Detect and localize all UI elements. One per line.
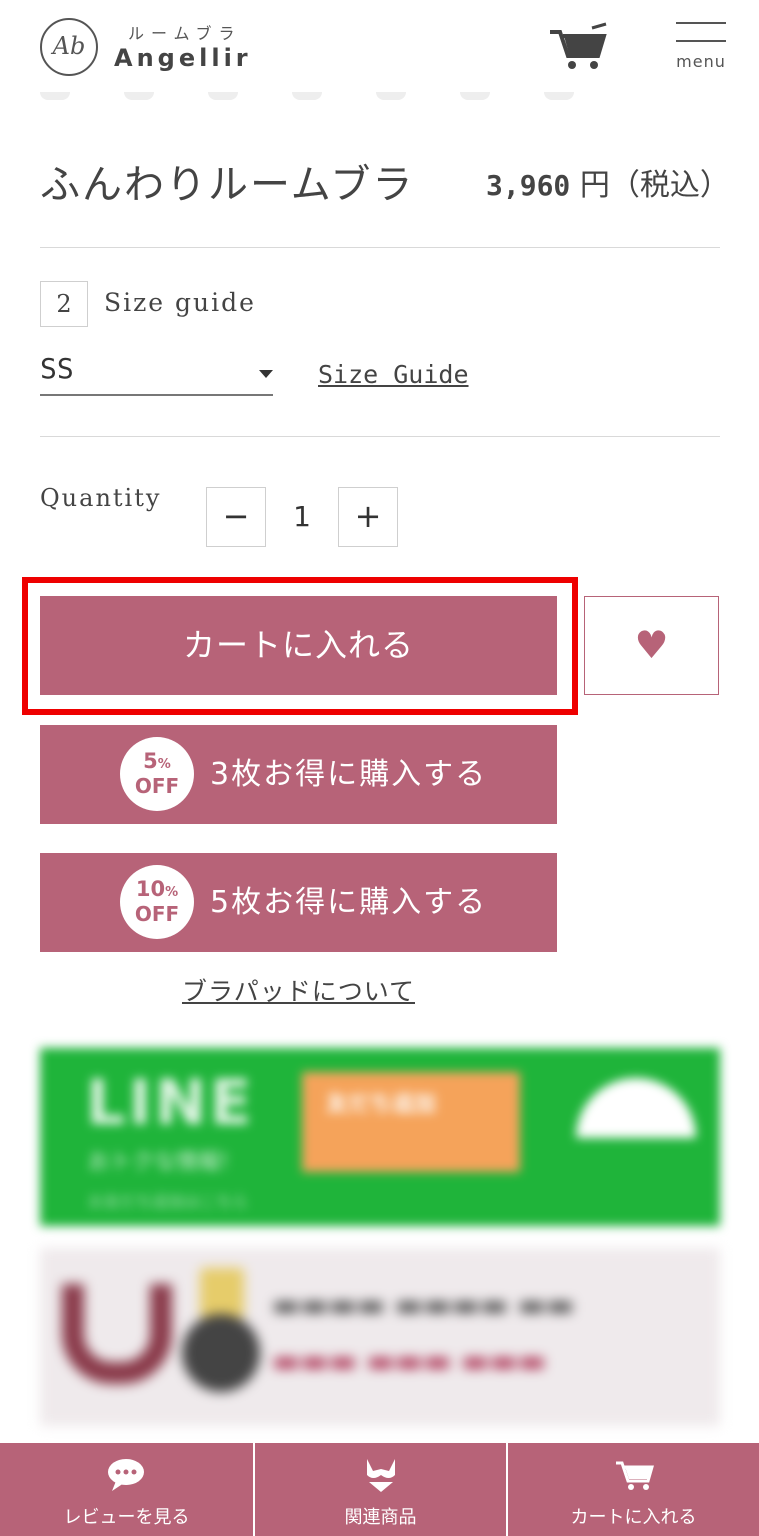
nav-label: カートに入れる [570, 1507, 697, 1528]
bundle-5-label: 5枚お得に購入する [210, 885, 488, 920]
size-guide-label: Size guide [104, 288, 256, 317]
discount-off: OFF [134, 902, 180, 926]
line-banner-cta: 友だち追加 [326, 1092, 437, 1117]
quantity-value[interactable]: 1 [270, 500, 334, 533]
discount-percent: 5 [143, 749, 158, 773]
percent-sign: % [165, 885, 179, 900]
logo-mark-text: Ab [52, 32, 86, 60]
heart-icon: ♥ [634, 623, 669, 667]
percent-sign: % [157, 757, 171, 772]
price-value: 3,960 [486, 169, 571, 202]
product-title: ふんわりルームブラ [40, 162, 415, 208]
quantity-label: Quantity [40, 484, 162, 512]
cart-icon [508, 1455, 759, 1493]
bottom-nav: レビューを見る 関連商品 カートに入れる [0, 1443, 759, 1536]
nav-item-reviews[interactable]: レビューを見る [0, 1443, 253, 1536]
logo-name[interactable]: Angellir [114, 44, 252, 72]
price-unit: 円（税込） [579, 168, 730, 203]
chat-bubble-icon [0, 1455, 253, 1493]
size-count-badge: 2 [40, 281, 88, 327]
carousel-dots [40, 92, 640, 104]
logo-subtitle: ルームブラ [128, 24, 242, 43]
menu-label: menu [676, 52, 726, 71]
bundle-5-button[interactable]: 10% OFF 5枚お得に購入する [40, 853, 557, 952]
bra-icon [255, 1455, 506, 1493]
line-banner-title: LINE [86, 1066, 255, 1139]
line-banner-subtitle: おトクな情報! [88, 1150, 229, 1175]
product-banner[interactable]: ▬▬▬▬ ▬▬▬▬ ▬▬ ▬▬▬ ▬▬▬ ▬▬▬ [40, 1248, 720, 1426]
menu-button[interactable]: menu [672, 22, 728, 74]
discount-badge: 5% OFF [120, 737, 194, 811]
bra-pad-link[interactable]: ブラパッドについて [40, 972, 557, 1008]
menu-line-icon [676, 22, 726, 24]
size-selected-value: SS [40, 352, 74, 385]
bundle-3-button[interactable]: 5% OFF 3枚お得に購入する [40, 725, 557, 824]
product-price: 3,960 円（税込） [486, 160, 730, 204]
menu-line-icon [676, 40, 726, 42]
chevron-down-icon [259, 370, 273, 378]
discount-percent: 10 [135, 877, 166, 901]
discount-off: OFF [134, 774, 180, 798]
nav-item-cart[interactable]: カートに入れる [506, 1443, 759, 1536]
divider [40, 436, 720, 437]
line-banner-small: お友だち追加はこちら [88, 1192, 249, 1211]
nav-label: レビューを見る [63, 1507, 190, 1528]
bra-image [62, 1284, 172, 1384]
nav-label: 関連商品 [344, 1507, 417, 1528]
discount-badge: 10% OFF [120, 865, 194, 939]
size-select[interactable]: SS [40, 350, 273, 396]
divider [40, 247, 720, 248]
logo-mark[interactable]: Ab [40, 18, 98, 76]
award-icon [200, 1268, 244, 1318]
bundle-3-label: 3枚お得に購入する [210, 757, 488, 792]
cart-icon[interactable] [548, 22, 610, 72]
nav-item-related[interactable]: 関連商品 [253, 1443, 506, 1536]
size-guide-link[interactable]: Size Guide [318, 360, 469, 389]
favorite-button[interactable]: ♥ [584, 596, 719, 695]
add-to-cart-button[interactable]: カートに入れる [40, 596, 557, 695]
badge-circle [182, 1314, 260, 1392]
quantity-increase-button[interactable]: + [338, 487, 398, 547]
site-header: Ab ルームブラ Angellir menu [0, 0, 759, 96]
quantity-decrease-button[interactable]: − [206, 487, 266, 547]
line-banner[interactable]: LINE おトクな情報! お友だち追加はこちら 友だち追加 [40, 1048, 720, 1226]
